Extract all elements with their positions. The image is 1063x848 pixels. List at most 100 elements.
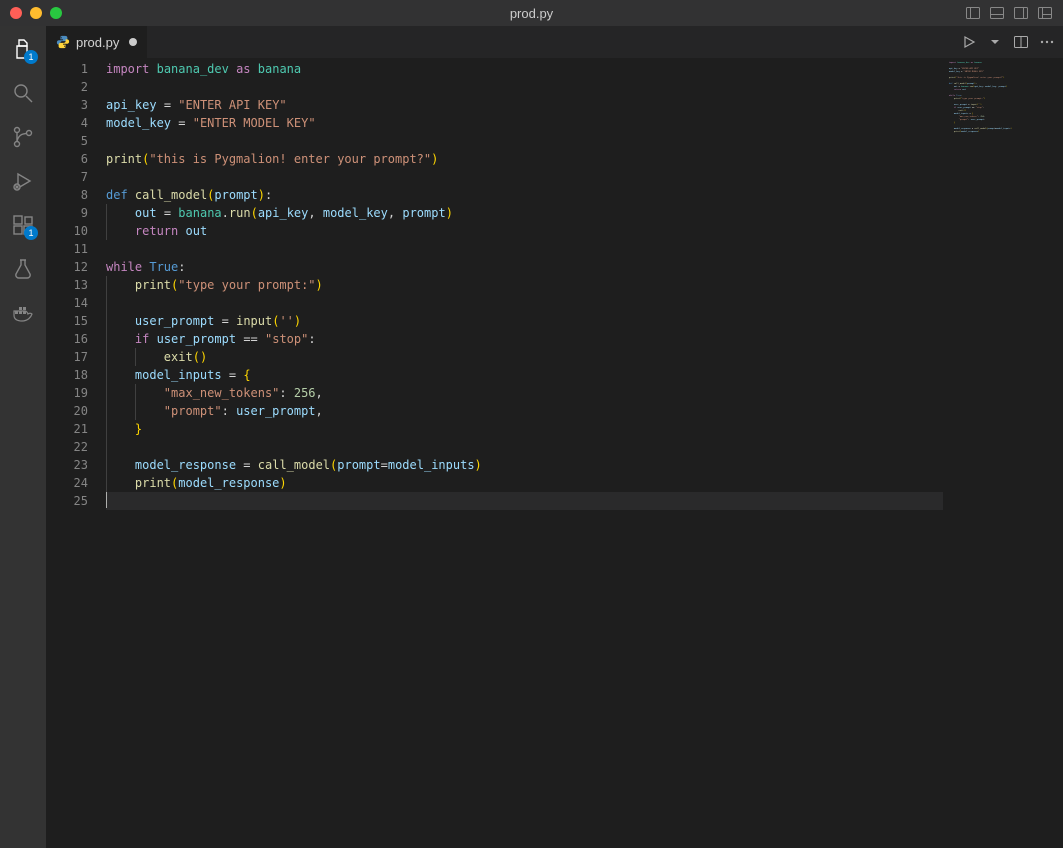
line-number[interactable]: 8 — [46, 186, 88, 204]
tab-prod-py[interactable]: prod.py — [46, 26, 148, 58]
activity-bar: 1 1 — [0, 26, 46, 848]
code-line[interactable]: model_inputs = { — [106, 366, 943, 384]
code-line[interactable]: out = banana.run(api_key, model_key, pro… — [106, 204, 943, 222]
code-line[interactable] — [106, 438, 943, 456]
indent-guide — [106, 456, 107, 474]
code-line[interactable]: while True: — [106, 258, 943, 276]
editor-pane[interactable]: 1234567891011121314151617181920212223242… — [46, 58, 1063, 848]
maximize-window-button[interactable] — [50, 7, 62, 19]
line-number[interactable]: 6 — [46, 150, 88, 168]
line-number[interactable]: 15 — [46, 312, 88, 330]
code-content[interactable]: import banana_dev as banana api_key = "EN… — [106, 58, 943, 848]
indent-guide — [106, 348, 107, 366]
line-number[interactable]: 14 — [46, 294, 88, 312]
line-number[interactable]: 7 — [46, 168, 88, 186]
code-line[interactable]: exit() — [106, 348, 943, 366]
indent-guide — [106, 402, 107, 420]
line-number[interactable]: 17 — [46, 348, 88, 366]
code-line[interactable]: return out — [106, 222, 943, 240]
line-number[interactable]: 4 — [46, 114, 88, 132]
indent-guide — [106, 384, 107, 402]
code-line[interactable] — [106, 240, 943, 258]
code-line[interactable]: "max_new_tokens": 256, — [106, 384, 943, 402]
tab-bar[interactable]: prod.py — [46, 26, 1063, 58]
code-line[interactable]: print("type your prompt:") — [106, 276, 943, 294]
docker-icon[interactable] — [10, 300, 36, 326]
extensions-icon[interactable]: 1 — [10, 212, 36, 238]
code-line[interactable] — [106, 294, 943, 312]
indent-guide — [135, 348, 136, 366]
code-line[interactable]: print(model_response) — [106, 474, 943, 492]
minimize-window-button[interactable] — [30, 7, 42, 19]
indent-guide — [106, 366, 107, 384]
toggle-panel-icon[interactable] — [989, 5, 1005, 21]
line-number[interactable]: 23 — [46, 456, 88, 474]
indent-guide — [135, 402, 136, 420]
extensions-badge: 1 — [24, 226, 38, 240]
code-line[interactable]: } — [106, 420, 943, 438]
code-line[interactable]: model_response = call_model(prompt=model… — [106, 456, 943, 474]
close-window-button[interactable] — [10, 7, 22, 19]
more-actions-icon[interactable] — [1039, 34, 1055, 50]
explorer-icon[interactable]: 1 — [10, 36, 36, 62]
line-number[interactable]: 16 — [46, 330, 88, 348]
testing-icon[interactable] — [10, 256, 36, 282]
tab-filename: prod.py — [76, 35, 119, 50]
line-number-gutter[interactable]: 1234567891011121314151617181920212223242… — [46, 58, 106, 848]
layout-controls — [965, 5, 1053, 21]
indent-guide — [106, 204, 107, 222]
minimap[interactable]: import banana_dev as bananaapi_key = "EN… — [943, 58, 1063, 848]
customize-layout-icon[interactable] — [1037, 5, 1053, 21]
indent-guide — [106, 294, 107, 312]
line-number[interactable]: 5 — [46, 132, 88, 150]
run-dropdown-icon[interactable] — [987, 34, 1003, 50]
indent-guide — [106, 474, 107, 492]
window-controls — [0, 7, 62, 19]
line-number[interactable]: 22 — [46, 438, 88, 456]
line-number[interactable]: 2 — [46, 78, 88, 96]
python-file-icon — [56, 35, 70, 49]
search-icon[interactable] — [10, 80, 36, 106]
indent-guide — [106, 312, 107, 330]
line-number[interactable]: 13 — [46, 276, 88, 294]
main-area: 1 1 prod.py — [0, 26, 1063, 848]
line-number[interactable]: 24 — [46, 474, 88, 492]
source-control-icon[interactable] — [10, 124, 36, 150]
run-debug-icon[interactable] — [10, 168, 36, 194]
code-line[interactable]: import banana_dev as banana — [106, 60, 943, 78]
indent-guide — [106, 276, 107, 294]
explorer-badge: 1 — [24, 50, 38, 64]
line-number[interactable]: 1 — [46, 60, 88, 78]
code-line[interactable] — [106, 132, 943, 150]
code-line[interactable]: model_key = "ENTER MODEL KEY" — [106, 114, 943, 132]
code-line[interactable]: "prompt": user_prompt, — [106, 402, 943, 420]
window-title: prod.py — [510, 6, 553, 21]
code-line[interactable]: if user_prompt == "stop": — [106, 330, 943, 348]
line-number[interactable]: 11 — [46, 240, 88, 258]
code-line[interactable]: api_key = "ENTER API KEY" — [106, 96, 943, 114]
toggle-secondary-sidebar-icon[interactable] — [1013, 5, 1029, 21]
modified-indicator-icon — [129, 38, 137, 46]
line-number[interactable]: 10 — [46, 222, 88, 240]
line-number[interactable]: 25 — [46, 492, 88, 510]
code-line[interactable] — [106, 78, 943, 96]
line-number[interactable]: 20 — [46, 402, 88, 420]
code-line[interactable] — [106, 168, 943, 186]
line-number[interactable]: 21 — [46, 420, 88, 438]
code-line[interactable]: def call_model(prompt): — [106, 186, 943, 204]
indent-guide — [106, 222, 107, 240]
toggle-primary-sidebar-icon[interactable] — [965, 5, 981, 21]
code-line[interactable]: print("this is Pygmalion! enter your pro… — [106, 150, 943, 168]
code-line[interactable] — [106, 492, 943, 510]
split-editor-icon[interactable] — [1013, 34, 1029, 50]
line-number[interactable]: 12 — [46, 258, 88, 276]
line-number[interactable]: 9 — [46, 204, 88, 222]
line-number[interactable]: 18 — [46, 366, 88, 384]
minimap-line — [949, 134, 1057, 137]
run-file-icon[interactable] — [961, 34, 977, 50]
editor-actions — [961, 26, 1055, 58]
indent-guide — [135, 384, 136, 402]
line-number[interactable]: 19 — [46, 384, 88, 402]
line-number[interactable]: 3 — [46, 96, 88, 114]
code-line[interactable]: user_prompt = input('') — [106, 312, 943, 330]
